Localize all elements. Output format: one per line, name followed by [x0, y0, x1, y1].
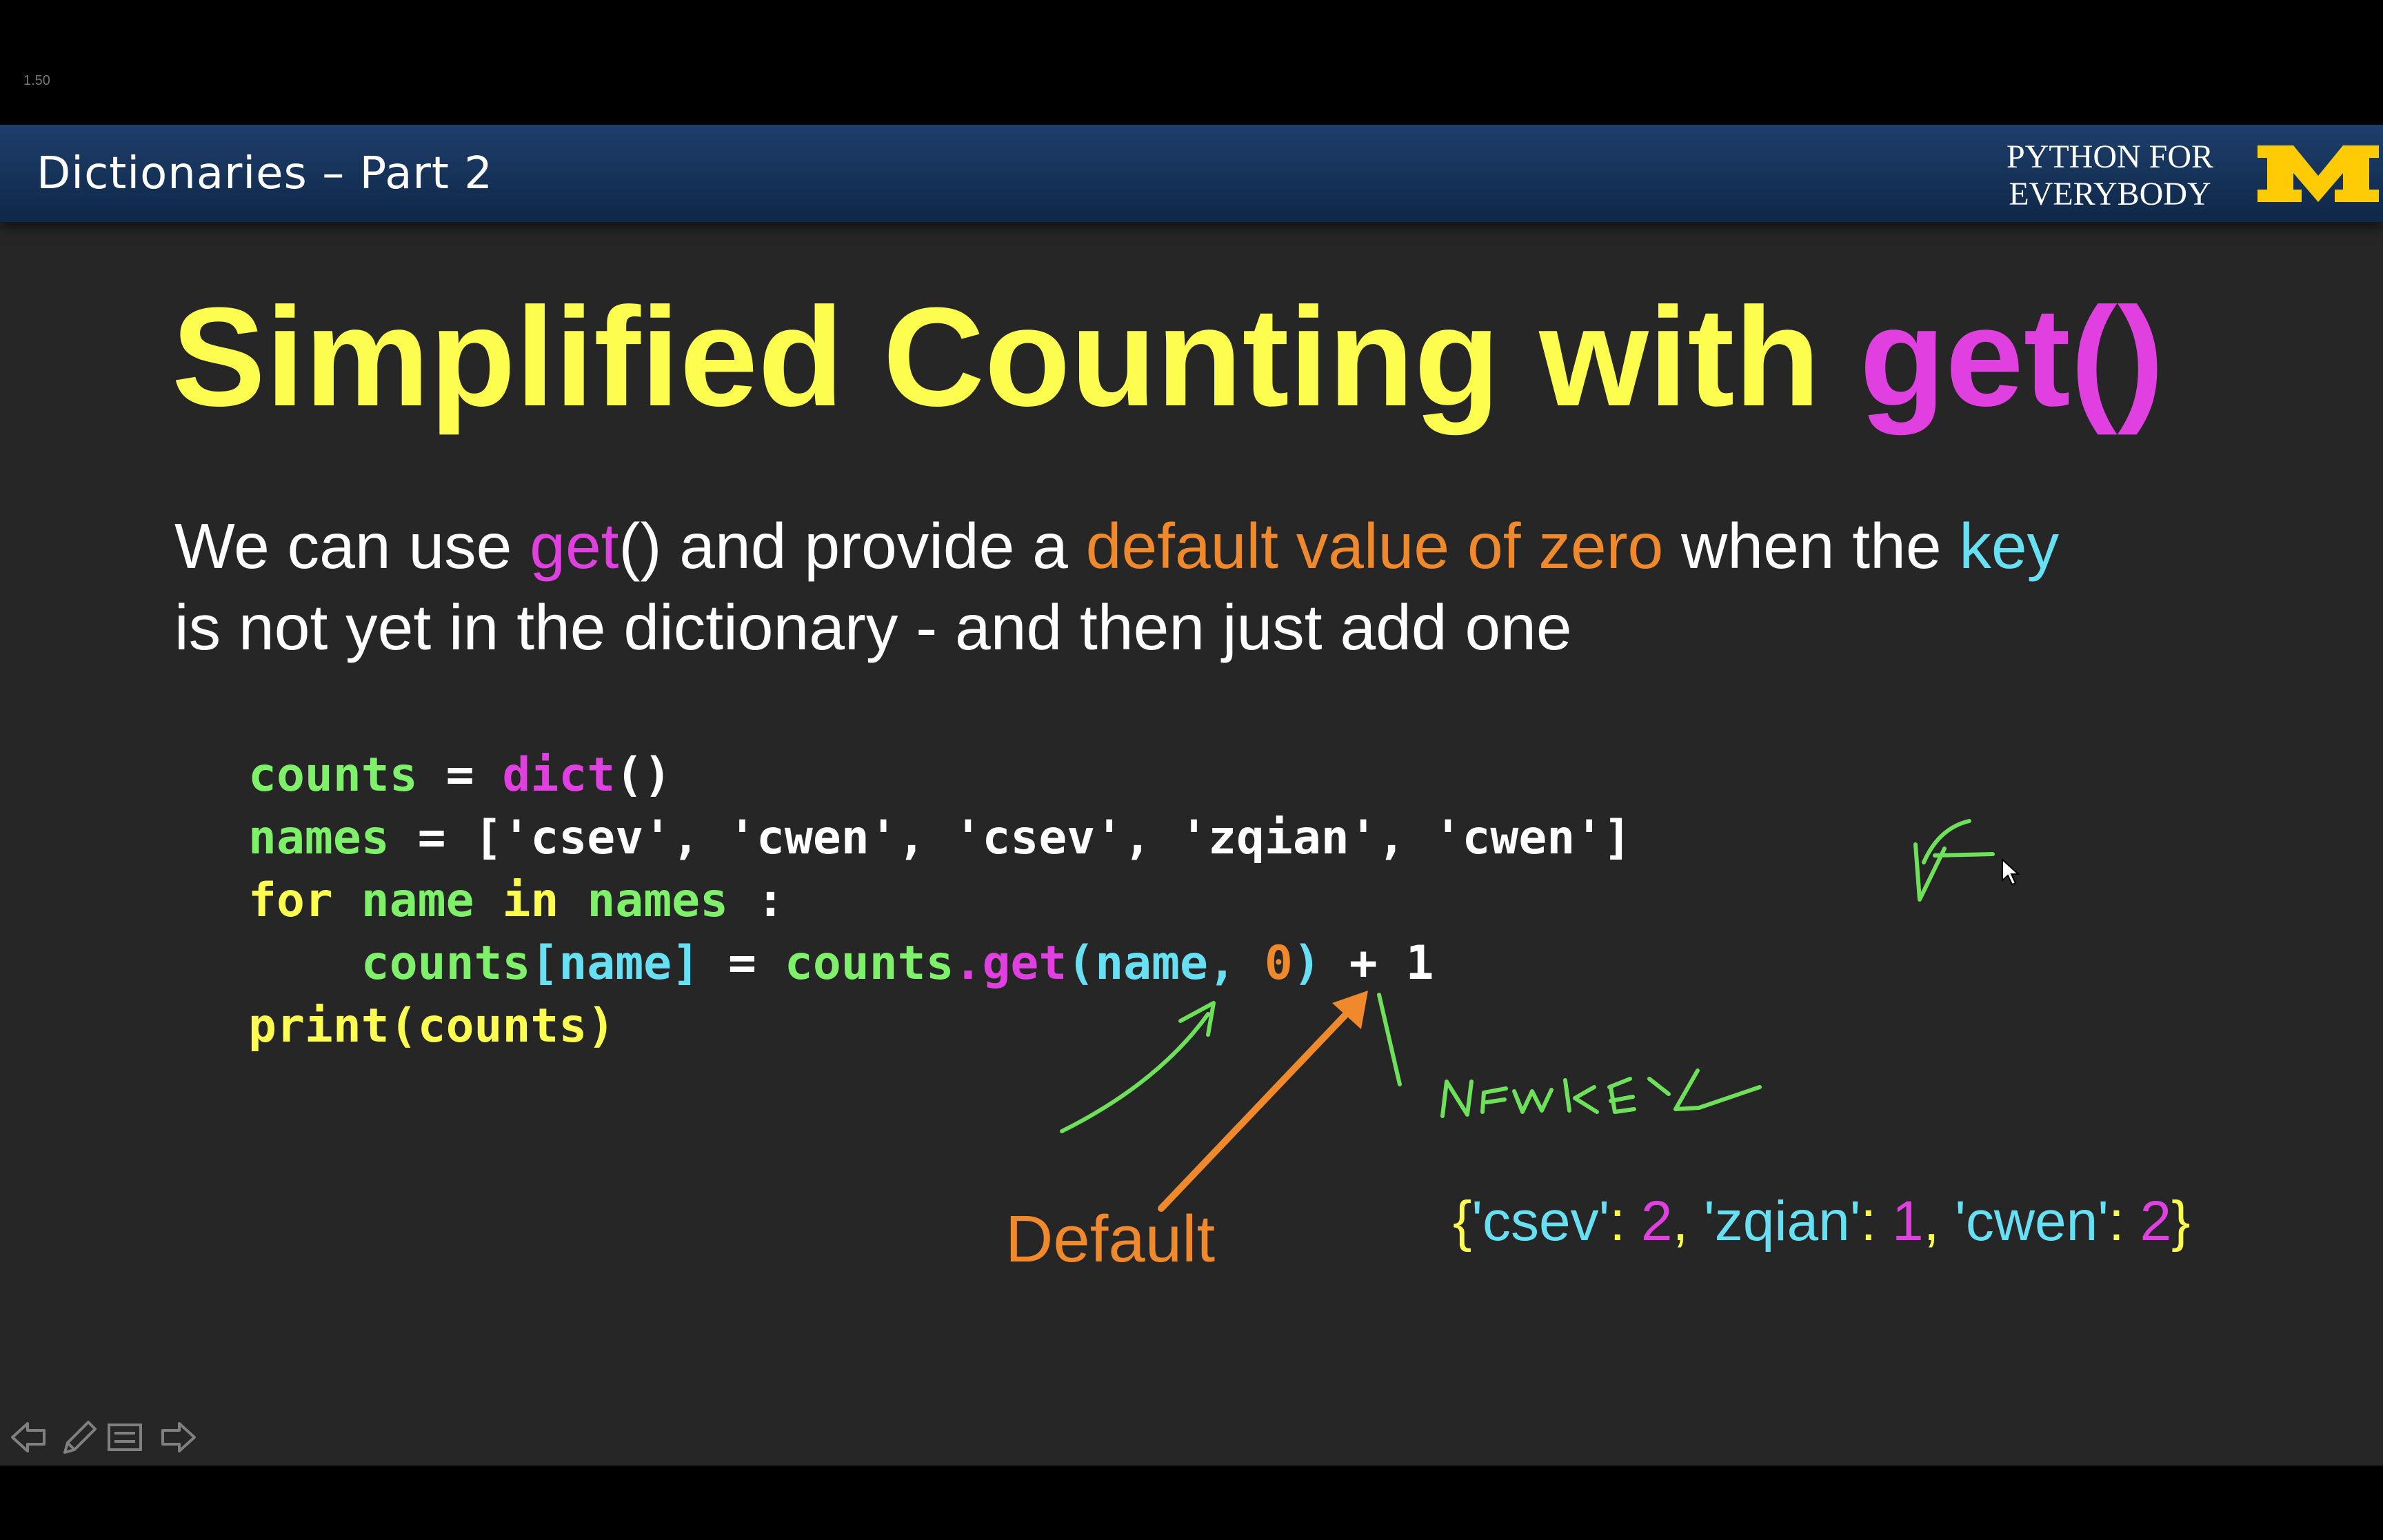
- menu-icon[interactable]: [108, 1424, 142, 1451]
- forward-arrow-icon[interactable]: [161, 1422, 196, 1452]
- ink-annotations: [1060, 819, 2020, 1212]
- mouse-cursor-icon: [2002, 858, 2020, 886]
- green-handwritten-arrow: [1060, 1012, 1210, 1133]
- handwritten-newkey: [1440, 1068, 1762, 1118]
- pencil-icon[interactable]: [63, 1421, 97, 1454]
- playback-speed-label: 1.50: [23, 73, 50, 88]
- back-arrow-icon[interactable]: [11, 1422, 46, 1452]
- slide-nav-controls: [11, 1421, 196, 1454]
- green-tick-mark: [1377, 993, 1402, 1086]
- green-scribble-vk: [1913, 819, 1995, 902]
- slide: Dictionaries – Part 2 PYTHON FOR EVERYBO…: [0, 125, 2383, 1466]
